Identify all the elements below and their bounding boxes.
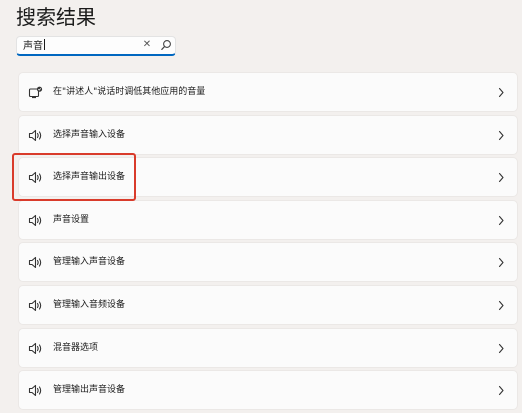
result-item[interactable]: 管理输入声音设备 (18, 242, 518, 283)
speaker-icon (28, 299, 42, 312)
result-label: 管理输入声音设备 (53, 257, 126, 268)
result-label: 选择声音输入设备 (53, 129, 126, 140)
result-item[interactable]: 在"讲述人"说话时调低其他应用的音量 (18, 72, 518, 112)
speaker-icon (28, 129, 42, 141)
speaker-icon (28, 342, 42, 354)
close-icon[interactable]: ✕ (141, 39, 153, 51)
search-icon[interactable] (159, 38, 173, 52)
result-item[interactable]: 选择声音输入设备 (18, 114, 518, 155)
chevron-right-icon (498, 173, 504, 183)
chevron-right-icon (498, 87, 504, 98)
speaker-icon (28, 257, 42, 269)
page-title: 搜索结果 (16, 5, 96, 29)
result-item[interactable]: 选择声音输出设备 (18, 157, 518, 198)
chevron-right-icon (498, 215, 504, 225)
chevron-right-icon (498, 343, 504, 353)
result-item[interactable]: 混音器选项 (18, 327, 518, 368)
chevron-right-icon (498, 130, 504, 140)
speaker-icon (28, 385, 42, 397)
result-label: 在"讲述人"说话时调低其他应用的音量 (53, 87, 206, 97)
result-label: 选择声音输出设备 (53, 172, 126, 183)
chevron-right-icon (498, 258, 504, 268)
search-box[interactable]: 声音 ✕ (16, 36, 176, 56)
result-label: 管理输出声音设备 (53, 385, 126, 396)
chevron-right-icon (498, 300, 504, 311)
result-item[interactable]: 管理输入音频设备 (18, 284, 518, 325)
result-item[interactable]: 管理输出声音设备 (18, 370, 518, 411)
speaker-icon (28, 172, 42, 184)
speaker-icon (28, 214, 42, 226)
search-results-list: 在"讲述人"说话时调低其他应用的音量 选择声音输入设备 选择声音输出设备 声音设… (18, 72, 518, 413)
chevron-right-icon (498, 386, 504, 396)
result-label: 声音设置 (53, 214, 90, 225)
narrator-icon (28, 86, 43, 99)
result-label: 混音器选项 (53, 342, 99, 353)
result-label: 管理输入音频设备 (53, 299, 126, 310)
result-item[interactable]: 声音设置 (18, 199, 518, 240)
search-input[interactable]: 声音 (23, 39, 45, 54)
